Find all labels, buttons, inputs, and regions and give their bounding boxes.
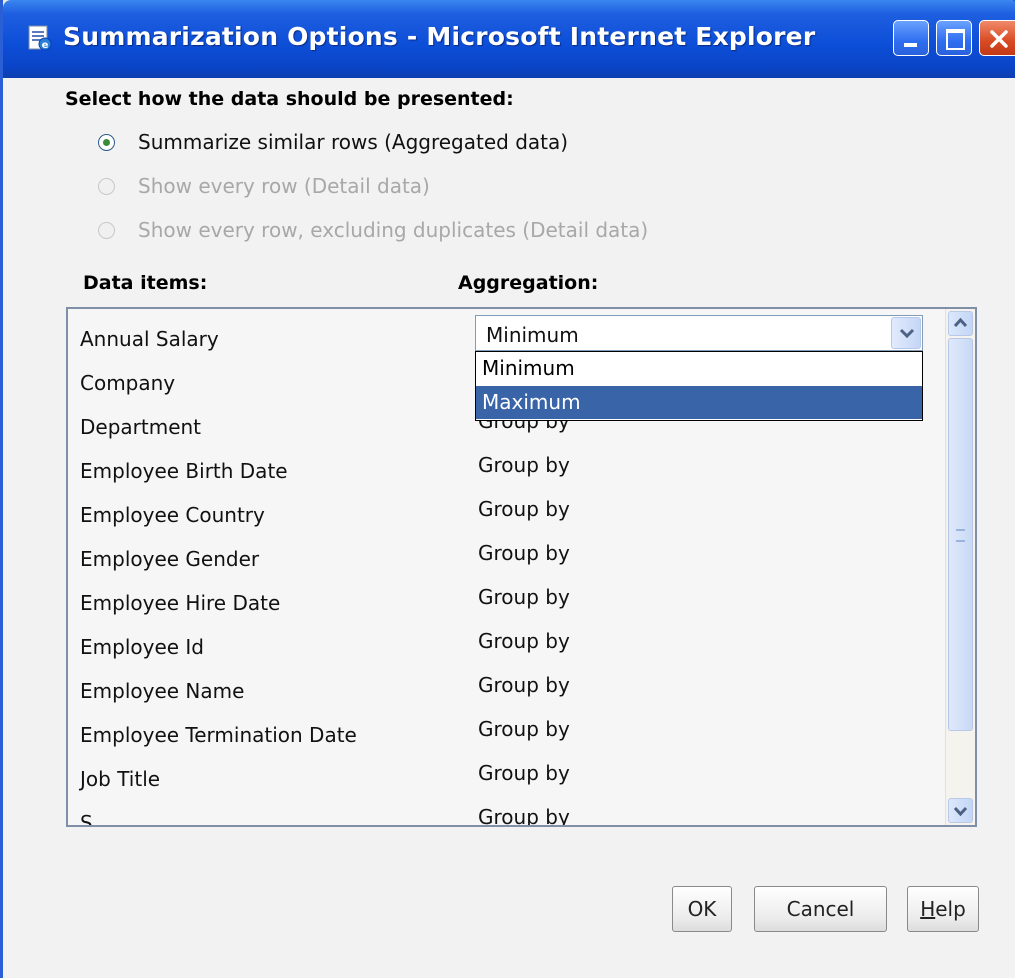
- data-item-name: Employee Birth Date: [80, 459, 288, 483]
- aggregation-value[interactable]: Group by: [478, 585, 570, 609]
- ok-button[interactable]: OK: [672, 886, 732, 932]
- data-item-name: Employee Id: [80, 635, 205, 659]
- radio-button: [98, 178, 115, 195]
- radio-label: Show every row (Detail data): [138, 174, 430, 198]
- svg-text:e: e: [42, 40, 49, 51]
- aggregation-value[interactable]: Group by: [478, 673, 570, 697]
- dialog-content: Select how the data should be presented:…: [3, 78, 1015, 978]
- grip-icon: [956, 529, 965, 542]
- radio-label: Summarize similar rows (Aggregated data): [138, 130, 569, 154]
- data-item-name: Job Title: [80, 767, 161, 791]
- table-row: S Group by: [68, 801, 938, 827]
- help-mnemonic: H: [920, 897, 936, 921]
- table-row: Employee Name Group by: [68, 669, 938, 713]
- data-items-list[interactable]: Annual Salary Company Department Group b…: [66, 307, 977, 827]
- data-item-name: Employee Termination Date: [80, 723, 357, 747]
- aggregation-select-value: Minimum: [486, 323, 579, 347]
- dialog-window: e Summarization Options - Microsoft Inte…: [0, 0, 1015, 978]
- table-row: Employee Gender Group by: [68, 537, 938, 581]
- scroll-down-icon[interactable]: [948, 798, 973, 823]
- title-bar[interactable]: e Summarization Options - Microsoft Inte…: [3, 0, 1015, 78]
- table-row: Employee Termination Date Group by: [68, 713, 938, 757]
- radio-button-checked[interactable]: [98, 134, 115, 151]
- aggregation-value[interactable]: Group by: [478, 761, 570, 785]
- table-row: Employee Id Group by: [68, 625, 938, 669]
- aggregation-select[interactable]: Minimum: [475, 315, 923, 351]
- table-row: Employee Birth Date Group by: [68, 449, 938, 493]
- table-row: Job Title Group by: [68, 757, 938, 801]
- presentation-heading: Select how the data should be presented:: [65, 88, 514, 110]
- vertical-scrollbar[interactable]: [945, 309, 975, 825]
- radio-label: Show every row, excluding duplicates (De…: [138, 218, 649, 242]
- radio-button: [98, 222, 115, 239]
- maximize-icon[interactable]: [936, 20, 972, 56]
- close-icon[interactable]: [979, 20, 1015, 56]
- aggregation-value[interactable]: Group by: [478, 453, 570, 477]
- data-item-name: Employee Name: [80, 679, 245, 703]
- cancel-button[interactable]: Cancel: [754, 886, 887, 932]
- aggregation-value[interactable]: Group by: [478, 541, 570, 565]
- window-title: Summarization Options - Microsoft Intern…: [63, 22, 816, 51]
- aggregation-header: Aggregation:: [458, 272, 599, 294]
- data-item-name: Employee Hire Date: [80, 591, 281, 615]
- data-item-name: Annual Salary: [80, 327, 219, 351]
- dropdown-option-minimum[interactable]: Minimum: [476, 352, 922, 385]
- aggregation-value[interactable]: Group by: [478, 805, 570, 825]
- scroll-up-icon[interactable]: [948, 311, 973, 336]
- chevron-down-icon[interactable]: [891, 317, 921, 349]
- table-row: Employee Country Group by: [68, 493, 938, 537]
- table-row: Employee Hire Date Group by: [68, 581, 938, 625]
- help-button[interactable]: Help: [907, 886, 979, 932]
- data-item-name: Company: [80, 371, 176, 395]
- data-item-name: Department: [80, 415, 202, 439]
- aggregation-value[interactable]: Group by: [478, 497, 570, 521]
- data-item-name: S: [80, 811, 93, 827]
- aggregation-dropdown-list[interactable]: Minimum Maximum: [475, 351, 923, 421]
- aggregation-value[interactable]: Group by: [478, 717, 570, 741]
- dropdown-option-maximum[interactable]: Maximum: [476, 386, 922, 419]
- help-label: elp: [935, 897, 966, 921]
- ie-page-icon: e: [28, 25, 52, 51]
- data-items-header: Data items:: [83, 272, 208, 294]
- minimize-icon[interactable]: [893, 20, 929, 56]
- aggregation-value[interactable]: Group by: [478, 629, 570, 653]
- scrollbar-thumb[interactable]: [948, 338, 973, 731]
- data-item-name: Employee Gender: [80, 547, 260, 571]
- data-item-name: Employee Country: [80, 503, 265, 527]
